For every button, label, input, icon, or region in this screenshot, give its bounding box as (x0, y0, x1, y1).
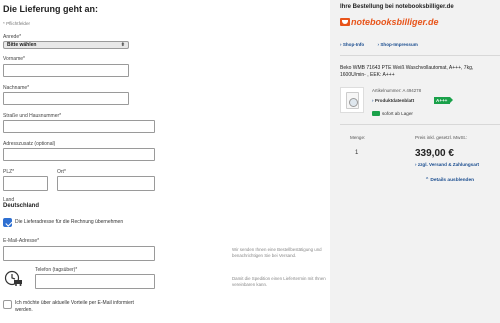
product-title: Beko WMB 71643 PTE Weiß Waschvollautomat… (340, 65, 474, 78)
article-number: Artikelnummer: A 494278 (372, 88, 422, 93)
page-title: Die Lieferung geht an: (3, 4, 99, 14)
billing-same-label: Die Lieferadresse für die Rechnung übern… (15, 219, 124, 225)
required-fields-note: * Pflichtfelder (3, 21, 31, 26)
salutation-value: Bitte wählen (7, 42, 37, 48)
energy-label-badge[interactable]: A+++ (434, 97, 453, 104)
shop-logo: notebooksbilliger.de (340, 17, 439, 27)
price-value: 339,00 € (415, 148, 454, 159)
truck-icon (372, 111, 380, 116)
newsletter-label: Ich möchte über aktuelle Vorteile per E-… (15, 300, 134, 313)
stock-status: sofort ab Lager (372, 111, 413, 116)
email-hint: Wir senden Ihnen eine Bestellbestätigung… (232, 247, 322, 258)
delivery-form: Die Lieferung geht an: * Pflichtfelder A… (0, 0, 326, 323)
shipping-link[interactable]: › zzgl. Versand & Zahlungsart (415, 162, 479, 167)
order-summary-panel: Ihre Bestellung bei notebooksbilliger.de… (330, 0, 500, 323)
firstname-label: Vorname* (3, 56, 25, 62)
shop-info-link[interactable]: › Shop-Info (340, 42, 370, 47)
washing-machine-icon (346, 92, 359, 109)
email-input[interactable] (3, 246, 155, 261)
quantity-value: 1 (355, 150, 359, 156)
street-label: Straße und Hausnummer* (3, 113, 62, 119)
billing-same-checkbox[interactable] (3, 218, 12, 227)
product-image[interactable] (340, 87, 364, 113)
newsletter-checkbox[interactable] (3, 300, 12, 309)
phone-hint: Damit die Spedition einen Liefertermin m… (232, 276, 326, 287)
order-title: Ihre Bestellung bei notebooksbilliger.de (340, 4, 454, 10)
lastname-input[interactable] (3, 92, 129, 105)
divider (340, 124, 500, 125)
lastname-label: Nachname* (3, 85, 30, 91)
salutation-label: Anrede* (3, 34, 22, 40)
firstname-input[interactable] (3, 64, 129, 77)
city-input[interactable] (57, 176, 155, 191)
datasheet-link[interactable]: › Produktdatenblatt (372, 98, 414, 103)
street-input[interactable] (3, 120, 155, 133)
price-header: Preis inkl. gesetzl. MwSt.: (415, 135, 468, 140)
qty-header: Menge: (350, 135, 366, 140)
chevron-updown-icon: ⬍ (120, 42, 125, 48)
shop-imprint-link[interactable]: › Shop-Impressum (378, 42, 424, 47)
email-label: E-Mail-Adresse* (3, 238, 40, 244)
shop-logo-icon (340, 18, 350, 26)
phone-label: Telefon (tagsüber)* (35, 267, 78, 273)
address2-label: Adresszusatz (optional) (3, 141, 56, 147)
city-label: Ort* (57, 169, 66, 175)
country-value: Deutschland (3, 203, 40, 209)
phone-input[interactable] (35, 274, 155, 289)
details-toggle[interactable]: ⌃ Details ausblenden (425, 178, 474, 183)
zip-label: PLZ* (3, 169, 15, 175)
salutation-select[interactable]: Bitte wählen ⬍ (3, 41, 129, 49)
zip-input[interactable] (3, 176, 48, 191)
address2-input[interactable] (3, 148, 155, 161)
divider (340, 55, 500, 56)
delivery-truck-icon (4, 270, 22, 286)
shop-links: › Shop-Info › Shop-Impressum (340, 42, 430, 47)
